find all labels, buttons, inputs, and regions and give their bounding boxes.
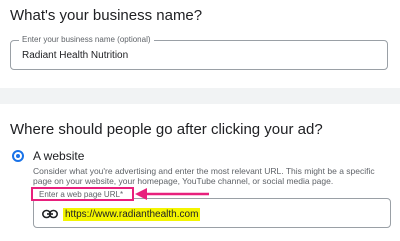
business-name-field[interactable]: Enter your business name (optional) Radi…: [10, 35, 388, 70]
business-name-heading: What's your business name?: [10, 7, 203, 24]
business-name-input[interactable]: Radiant Health Nutrition: [22, 50, 128, 61]
business-name-section: What's your business name? Enter your bu…: [0, 0, 400, 88]
annotation-arrow-icon: [135, 188, 209, 200]
section-divider: [0, 88, 400, 104]
ad-destination-heading: Where should people go after clicking yo…: [10, 121, 323, 138]
website-radio-button[interactable]: [12, 150, 24, 162]
url-label-highlight: Enter a web page URL*: [31, 187, 134, 201]
web-page-url-field[interactable]: https://www.radianthealth.com: [33, 198, 391, 228]
website-option-description: Consider what you're advertising and ent…: [33, 166, 375, 186]
link-icon: [42, 209, 58, 219]
business-name-field-label: Enter your business name (optional): [19, 35, 154, 44]
web-page-url-label: Enter a web page URL*: [39, 190, 124, 199]
web-page-url-input[interactable]: https://www.radianthealth.com: [63, 207, 201, 221]
website-radio-label[interactable]: A website: [33, 149, 84, 163]
ad-destination-section: Where should people go after clicking yo…: [0, 104, 400, 241]
